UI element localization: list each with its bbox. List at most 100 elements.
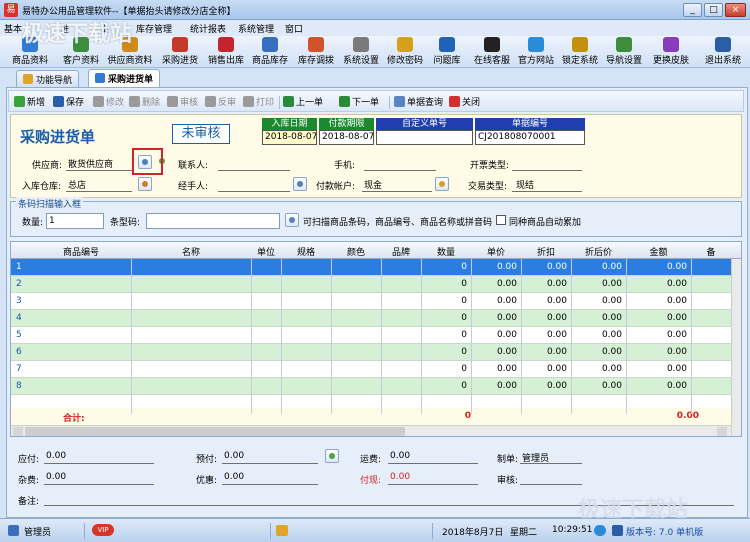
- trade-type-value[interactable]: 现结: [516, 178, 534, 191]
- table-row[interactable]: 6 0 0.00 0.00 0.00 0.00: [11, 344, 741, 361]
- grid-column-header[interactable]: 数量: [421, 245, 471, 258]
- cell-qty[interactable]: 0: [421, 296, 467, 306]
- cell-discount[interactable]: 0.00: [521, 262, 567, 272]
- prepaid-value[interactable]: 0.00: [224, 451, 244, 461]
- cell-disc-price[interactable]: 0.00: [571, 381, 622, 391]
- prepaid-button[interactable]: [325, 449, 339, 463]
- cell-qty[interactable]: 0: [421, 279, 467, 289]
- cell-amount[interactable]: 0.00: [626, 364, 687, 374]
- scroll-right-arrow[interactable]: [717, 427, 727, 436]
- cell-qty[interactable]: 0: [421, 347, 467, 357]
- toolbar-button-4[interactable]: 销售出库: [204, 37, 248, 67]
- warehouse-lookup-button[interactable]: [138, 177, 152, 191]
- cell-amount[interactable]: 0.00: [626, 381, 687, 391]
- discount-value[interactable]: 0.00: [224, 472, 244, 482]
- menu-item-reports[interactable]: 统计报表: [190, 22, 226, 35]
- freight-value[interactable]: 0.00: [390, 451, 410, 461]
- grid-column-header[interactable]: 规格: [281, 245, 331, 258]
- cell-qty[interactable]: 0: [421, 330, 467, 340]
- cell-disc-price[interactable]: 0.00: [571, 296, 622, 306]
- account-lookup-button[interactable]: [435, 177, 449, 191]
- cell-discount[interactable]: 0.00: [521, 330, 567, 340]
- scroll-thumb[interactable]: [25, 427, 405, 436]
- grid-column-header[interactable]: 商品编号: [31, 245, 131, 258]
- cell-disc-price[interactable]: 0.00: [571, 279, 622, 289]
- cell-price[interactable]: 0.00: [471, 330, 517, 340]
- cell-amount[interactable]: 0.00: [626, 347, 687, 357]
- payment-due-field[interactable]: 2018-08-07: [319, 130, 374, 145]
- table-row[interactable]: 3 0 0.00 0.00 0.00 0.00: [11, 293, 741, 310]
- grid-column-header[interactable]: 单位: [251, 245, 281, 258]
- payable-value[interactable]: 0.00: [46, 451, 66, 461]
- menu-item-window[interactable]: 窗口: [285, 22, 303, 35]
- cell-discount[interactable]: 0.00: [521, 313, 567, 323]
- cell-disc-price[interactable]: 0.00: [571, 364, 622, 374]
- cell-price[interactable]: 0.00: [471, 279, 517, 289]
- cell-discount[interactable]: 0.00: [521, 347, 567, 357]
- cell-amount[interactable]: 0.00: [626, 279, 687, 289]
- toolbar-button-15[interactable]: 退出系统: [700, 37, 746, 67]
- auto-merge-checkbox[interactable]: [496, 215, 506, 225]
- horizontal-scrollbar[interactable]: [11, 425, 731, 436]
- table-row[interactable]: 2 0 0.00 0.00 0.00 0.00: [11, 276, 741, 293]
- scan-qty-input[interactable]: 1: [46, 213, 104, 229]
- cell-discount[interactable]: 0.00: [521, 279, 567, 289]
- table-row[interactable]: 7 0 0.00 0.00 0.00 0.00: [11, 361, 741, 378]
- menu-item-system[interactable]: 系统管理: [238, 22, 274, 35]
- table-row[interactable]: 1 0 0.00 0.00 0.00 0.00: [11, 259, 741, 276]
- toolbar-button-7[interactable]: 系统设置: [340, 37, 382, 67]
- cell-amount[interactable]: 0.00: [626, 296, 687, 306]
- cell-disc-price[interactable]: 0.00: [571, 313, 622, 323]
- barcode-input[interactable]: [146, 213, 280, 229]
- misc-fee-value[interactable]: 0.00: [46, 472, 66, 482]
- action-approve-button[interactable]: 审核: [167, 95, 198, 108]
- barcode-search-button[interactable]: [285, 213, 299, 227]
- action-plus-button[interactable]: 新增: [14, 95, 45, 108]
- scroll-left-arrow[interactable]: [13, 427, 23, 436]
- vertical-scrollbar[interactable]: [731, 259, 741, 436]
- cell-disc-price[interactable]: 0.00: [571, 330, 622, 340]
- toolbar-button-8[interactable]: 修改密码: [384, 37, 426, 67]
- grid-column-header[interactable]: 折扣: [521, 245, 571, 258]
- cell-price[interactable]: 0.00: [471, 262, 517, 272]
- menu-item-inventory[interactable]: 库存管理: [136, 22, 172, 35]
- handler-lookup-button[interactable]: [293, 177, 307, 191]
- warehouse-value[interactable]: 总店: [68, 178, 86, 191]
- toolbar-button-6[interactable]: 库存调拨: [294, 37, 338, 67]
- action-close-button[interactable]: 关闭: [449, 95, 480, 108]
- cell-price[interactable]: 0.00: [471, 296, 517, 306]
- cell-disc-price[interactable]: 0.00: [571, 347, 622, 357]
- account-value[interactable]: 现金: [364, 178, 382, 191]
- cell-qty[interactable]: 0: [421, 381, 467, 391]
- table-row[interactable]: 8 0 0.00 0.00 0.00 0.00: [11, 378, 741, 395]
- cell-amount[interactable]: 0.00: [626, 330, 687, 340]
- cell-discount[interactable]: 0.00: [521, 296, 567, 306]
- cell-amount[interactable]: 0.00: [626, 262, 687, 272]
- grid-column-header[interactable]: 品牌: [381, 245, 421, 258]
- toolbar-button-11[interactable]: 官方网站: [516, 37, 556, 67]
- toolbar-button-14[interactable]: 更换皮肤: [648, 37, 694, 67]
- action-query-button[interactable]: 单据查询: [394, 95, 443, 108]
- action-edit-button[interactable]: 修改: [93, 95, 124, 108]
- action-unapprove-button[interactable]: 反审: [205, 95, 236, 108]
- action-print-button[interactable]: 打印: [243, 95, 274, 108]
- tab-function-nav[interactable]: 功能导航: [16, 70, 80, 87]
- grid-column-header[interactable]: 单价: [471, 245, 521, 258]
- paid-cash-value[interactable]: 0.00: [390, 472, 410, 482]
- cell-discount[interactable]: 0.00: [521, 364, 567, 374]
- custom-number-field[interactable]: [376, 130, 473, 145]
- grid-column-header[interactable]: 名称: [131, 245, 251, 258]
- minimize-button[interactable]: _: [683, 3, 702, 17]
- cell-qty[interactable]: 0: [421, 313, 467, 323]
- toolbar-button-3[interactable]: 采购进货: [158, 37, 202, 67]
- action-next-button[interactable]: 下一单: [339, 95, 379, 108]
- cell-qty[interactable]: 0: [421, 364, 467, 374]
- cell-qty[interactable]: 0: [421, 262, 467, 272]
- tab-purchase-order[interactable]: 采购进货单: [88, 69, 161, 87]
- table-row[interactable]: 4 0 0.00 0.00 0.00 0.00: [11, 310, 741, 327]
- cell-discount[interactable]: 0.00: [521, 381, 567, 391]
- toolbar-button-10[interactable]: 在线客服: [470, 37, 514, 67]
- toolbar-button-12[interactable]: 锁定系统: [560, 37, 600, 67]
- close-window-button[interactable]: ×: [725, 3, 746, 17]
- cell-amount[interactable]: 0.00: [626, 313, 687, 323]
